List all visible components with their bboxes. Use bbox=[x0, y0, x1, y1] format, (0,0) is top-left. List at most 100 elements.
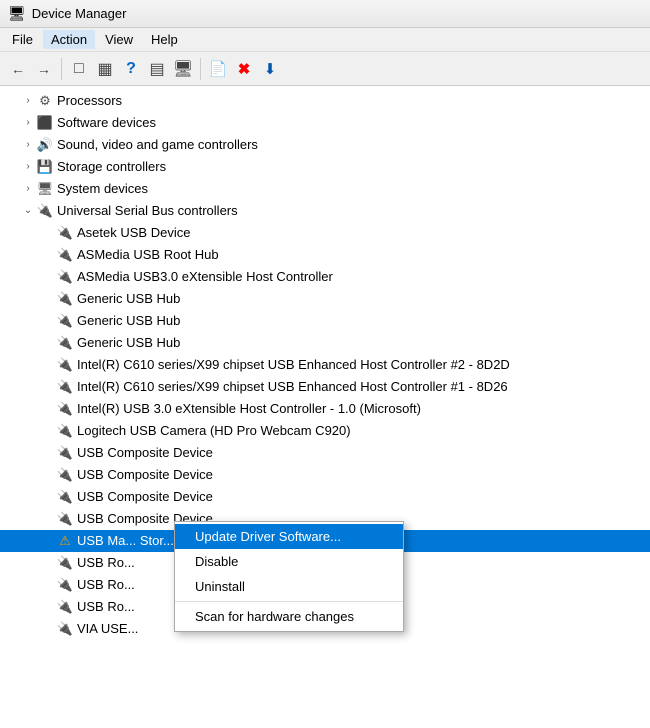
generic-hub-2-icon: 🔌 bbox=[56, 311, 74, 332]
tree-item-generic-hub-3[interactable]: 🔌 Generic USB Hub bbox=[0, 332, 650, 354]
no-expand-asmedia3 bbox=[40, 269, 56, 285]
usb-composite-4-icon: 🔌 bbox=[56, 509, 74, 530]
software-label: Software devices bbox=[57, 113, 156, 134]
no-expand-intel1 bbox=[40, 379, 56, 395]
title-bar: 🖥 Device Manager bbox=[0, 0, 650, 28]
generic-hub-3-icon: 🔌 bbox=[56, 333, 74, 354]
via-usb-icon: 🔌 bbox=[56, 619, 74, 640]
no-expand-ghub1 bbox=[40, 291, 56, 307]
tree-item-usb-controllers[interactable]: ⌄ 🔌 Universal Serial Bus controllers bbox=[0, 200, 650, 222]
context-menu-update-driver[interactable]: Update Driver Software... bbox=[175, 524, 403, 549]
asmedia3-icon: 🔌 bbox=[56, 267, 74, 288]
asmedia3-label: ASMedia USB3.0 eXtensible Host Controlle… bbox=[77, 267, 333, 288]
tree-item-intel-usb3[interactable]: 🔌 Intel(R) USB 3.0 eXtensible Host Contr… bbox=[0, 398, 650, 420]
tree-item-asmedia-hub[interactable]: 🔌 ASMedia USB Root Hub bbox=[0, 244, 650, 266]
menu-view[interactable]: View bbox=[97, 30, 141, 49]
tree-item-software[interactable]: › ⬛ Software devices bbox=[0, 112, 650, 134]
usb-composite-3-icon: 🔌 bbox=[56, 487, 74, 508]
usb-composite-2-icon: 🔌 bbox=[56, 465, 74, 486]
no-expand-logitech bbox=[40, 423, 56, 439]
asetek-icon: 🔌 bbox=[56, 223, 74, 244]
context-menu-separator bbox=[175, 601, 403, 602]
asmedia-hub-icon: 🔌 bbox=[56, 245, 74, 266]
remove-button[interactable]: ✖ bbox=[232, 57, 256, 81]
via-usb-label: VIA USE... bbox=[77, 619, 138, 640]
tree-item-asmedia3[interactable]: 🔌 ASMedia USB3.0 eXtensible Host Control… bbox=[0, 266, 650, 288]
menu-help[interactable]: Help bbox=[143, 30, 186, 49]
system-label: System devices bbox=[57, 179, 148, 200]
no-expand-intel-usb3 bbox=[40, 401, 56, 417]
intel-c610-2-label: Intel(R) C610 series/X99 chipset USB Enh… bbox=[77, 355, 510, 376]
expand-sound[interactable]: › bbox=[20, 137, 36, 153]
tree-item-intel-c610-1[interactable]: 🔌 Intel(R) C610 series/X99 chipset USB E… bbox=[0, 376, 650, 398]
logitech-label: Logitech USB Camera (HD Pro Webcam C920) bbox=[77, 421, 351, 442]
menu-action[interactable]: Action bbox=[43, 30, 95, 49]
generic-hub-2-label: Generic USB Hub bbox=[77, 311, 180, 332]
forward-button[interactable]: → bbox=[32, 57, 56, 81]
usb-composite-1-icon: 🔌 bbox=[56, 443, 74, 464]
title-icon: 🖥 bbox=[8, 5, 26, 22]
usb-composite-2-label: USB Composite Device bbox=[77, 465, 213, 486]
tree-item-usb-composite-3[interactable]: 🔌 USB Composite Device bbox=[0, 486, 650, 508]
details-button[interactable]: ▤ bbox=[145, 57, 169, 81]
toolbar-separator-2 bbox=[200, 58, 201, 80]
software-icon: ⬛ bbox=[36, 113, 54, 134]
no-expand-composite2 bbox=[40, 467, 56, 483]
monitor-button[interactable]: 🖥 bbox=[171, 57, 195, 81]
usb-root-3-icon: 🔌 bbox=[56, 597, 74, 618]
sound-label: Sound, video and game controllers bbox=[57, 135, 258, 156]
system-icon: 🖥 bbox=[36, 179, 54, 200]
update-button[interactable]: ⬇ bbox=[258, 57, 282, 81]
sound-icon: 🔊 bbox=[36, 135, 54, 156]
scan-button[interactable]: 📄 bbox=[206, 57, 230, 81]
tree-item-system[interactable]: › 🖥 System devices bbox=[0, 178, 650, 200]
intel-c610-1-label: Intel(R) C610 series/X99 chipset USB Enh… bbox=[77, 377, 508, 398]
tree-item-generic-hub-2[interactable]: 🔌 Generic USB Hub bbox=[0, 310, 650, 332]
no-expand-via bbox=[40, 621, 56, 637]
context-menu-scan[interactable]: Scan for hardware changes bbox=[175, 604, 403, 629]
no-expand-mass-storage bbox=[40, 533, 56, 549]
no-expand-composite1 bbox=[40, 445, 56, 461]
expand-storage[interactable]: › bbox=[20, 159, 36, 175]
tree-item-processors[interactable]: › ⚙ Processors bbox=[0, 90, 650, 112]
menu-file[interactable]: File bbox=[4, 30, 41, 49]
asetek-label: Asetek USB Device bbox=[77, 223, 190, 244]
tree-item-logitech[interactable]: 🔌 Logitech USB Camera (HD Pro Webcam C92… bbox=[0, 420, 650, 442]
context-menu-disable[interactable]: Disable bbox=[175, 549, 403, 574]
no-expand-asetek bbox=[40, 225, 56, 241]
warning-icon: ⚠ bbox=[56, 531, 74, 552]
no-expand-asmedia-hub bbox=[40, 247, 56, 263]
view-button[interactable]: ▦ bbox=[93, 57, 117, 81]
no-expand-ghub3 bbox=[40, 335, 56, 351]
tree-item-asetek[interactable]: 🔌 Asetek USB Device bbox=[0, 222, 650, 244]
tree-item-usb-composite-1[interactable]: 🔌 USB Composite Device bbox=[0, 442, 650, 464]
back-button[interactable]: ← bbox=[6, 57, 30, 81]
usb-root-2-icon: 🔌 bbox=[56, 575, 74, 596]
tree-item-generic-hub-1[interactable]: 🔌 Generic USB Hub bbox=[0, 288, 650, 310]
no-expand-intel2 bbox=[40, 357, 56, 373]
main-content: › ⚙ Processors › ⬛ Software devices › 🔊 … bbox=[0, 86, 650, 728]
usb-root-1-label: USB Ro... bbox=[77, 553, 135, 574]
processors-label: Processors bbox=[57, 91, 122, 112]
help-button[interactable]: ? bbox=[119, 57, 143, 81]
tree-item-storage[interactable]: › 💾 Storage controllers bbox=[0, 156, 650, 178]
properties-button[interactable]: □ bbox=[67, 57, 91, 81]
tree-item-sound[interactable]: › 🔊 Sound, video and game controllers bbox=[0, 134, 650, 156]
toolbar: ← → □ ▦ ? ▤ 🖥 📄 ✖ ⬇ bbox=[0, 52, 650, 86]
intel-usb3-icon: 🔌 bbox=[56, 399, 74, 420]
expand-system[interactable]: › bbox=[20, 181, 36, 197]
no-expand-root3 bbox=[40, 599, 56, 615]
window-title: Device Manager bbox=[32, 6, 127, 21]
asmedia-hub-label: ASMedia USB Root Hub bbox=[77, 245, 219, 266]
usb-composite-3-label: USB Composite Device bbox=[77, 487, 213, 508]
storage-icon: 💾 bbox=[36, 157, 54, 178]
expand-processors[interactable]: › bbox=[20, 93, 36, 109]
tree-item-usb-composite-2[interactable]: 🔌 USB Composite Device bbox=[0, 464, 650, 486]
expand-software[interactable]: › bbox=[20, 115, 36, 131]
no-expand-root2 bbox=[40, 577, 56, 593]
expand-usb[interactable]: ⌄ bbox=[20, 203, 36, 219]
usb-composite-1-label: USB Composite Device bbox=[77, 443, 213, 464]
usb-controllers-label: Universal Serial Bus controllers bbox=[57, 201, 238, 222]
context-menu-uninstall[interactable]: Uninstall bbox=[175, 574, 403, 599]
tree-item-intel-c610-2[interactable]: 🔌 Intel(R) C610 series/X99 chipset USB E… bbox=[0, 354, 650, 376]
